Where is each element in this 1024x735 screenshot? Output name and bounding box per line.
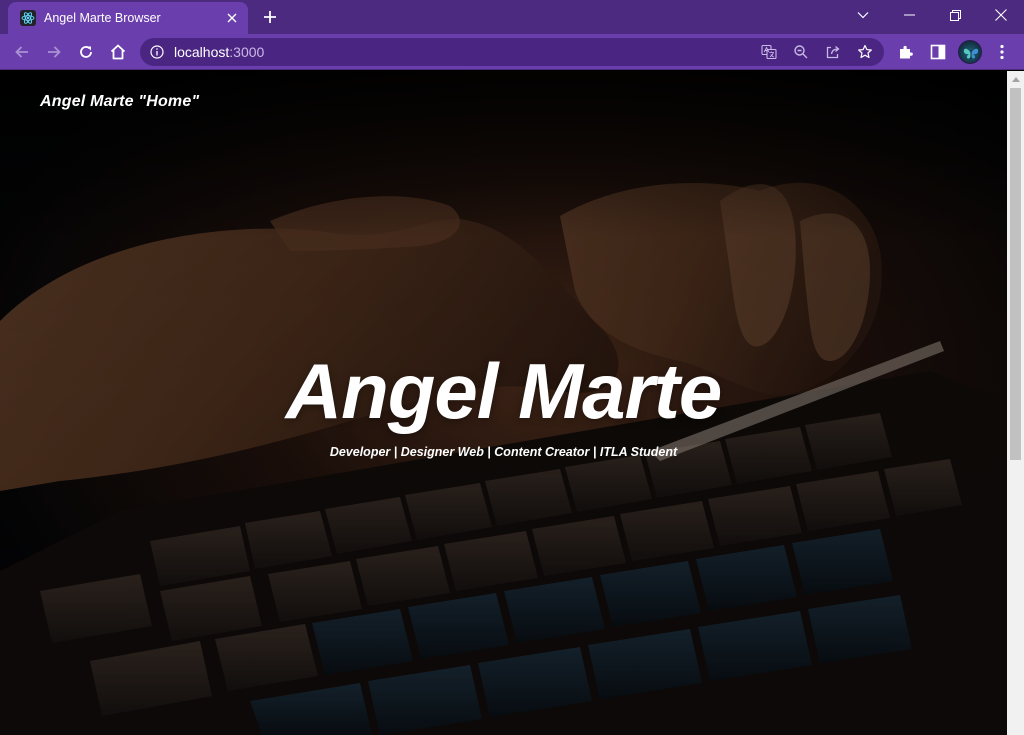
reload-button[interactable] (72, 38, 100, 66)
url-port: :3000 (229, 44, 265, 60)
url-host: localhost (174, 44, 230, 60)
extensions-puzzle-icon[interactable] (892, 38, 920, 66)
side-panel-icon[interactable] (924, 38, 952, 66)
browser-tab[interactable]: Angel Marte Browser (8, 2, 248, 34)
hero-subtitle: Developer | Designer Web | Content Creat… (329, 445, 678, 459)
vertical-scrollbar[interactable] (1007, 71, 1024, 735)
menu-kebab-icon[interactable] (988, 38, 1016, 66)
scroll-up-arrow-icon[interactable] (1007, 71, 1024, 88)
address-bar[interactable]: localhost:3000 (140, 38, 884, 66)
profile-avatar[interactable] (958, 40, 982, 64)
tab-close-icon[interactable] (222, 8, 242, 28)
scrollbar-thumb[interactable] (1010, 88, 1021, 460)
bookmark-star-icon[interactable] (854, 41, 876, 63)
translate-icon[interactable] (758, 41, 780, 63)
forward-button[interactable] (40, 38, 68, 66)
browser-title-bar: Angel Marte Browser (0, 0, 1024, 34)
nav-brand-link[interactable]: Angel Marte "Home" (40, 93, 199, 111)
tab-search-chevron-icon[interactable] (840, 0, 886, 30)
back-button[interactable] (8, 38, 36, 66)
hero-title: Angel Marte (285, 347, 722, 435)
zoom-icon[interactable] (790, 41, 812, 63)
close-window-button[interactable] (978, 0, 1024, 30)
site-info-icon[interactable] (148, 43, 166, 61)
minimize-button[interactable] (886, 0, 932, 30)
url-text[interactable]: localhost:3000 (174, 44, 264, 60)
share-icon[interactable] (822, 41, 844, 63)
home-button[interactable] (104, 38, 132, 66)
browser-toolbar: localhost:3000 (0, 34, 1024, 70)
react-atom-icon (20, 10, 36, 26)
page-viewport: Angel Marte "Home" Angel Marte Developer… (0, 71, 1007, 735)
new-tab-button[interactable] (258, 5, 282, 29)
restore-button[interactable] (932, 0, 978, 30)
tab-title: Angel Marte Browser (44, 11, 161, 25)
